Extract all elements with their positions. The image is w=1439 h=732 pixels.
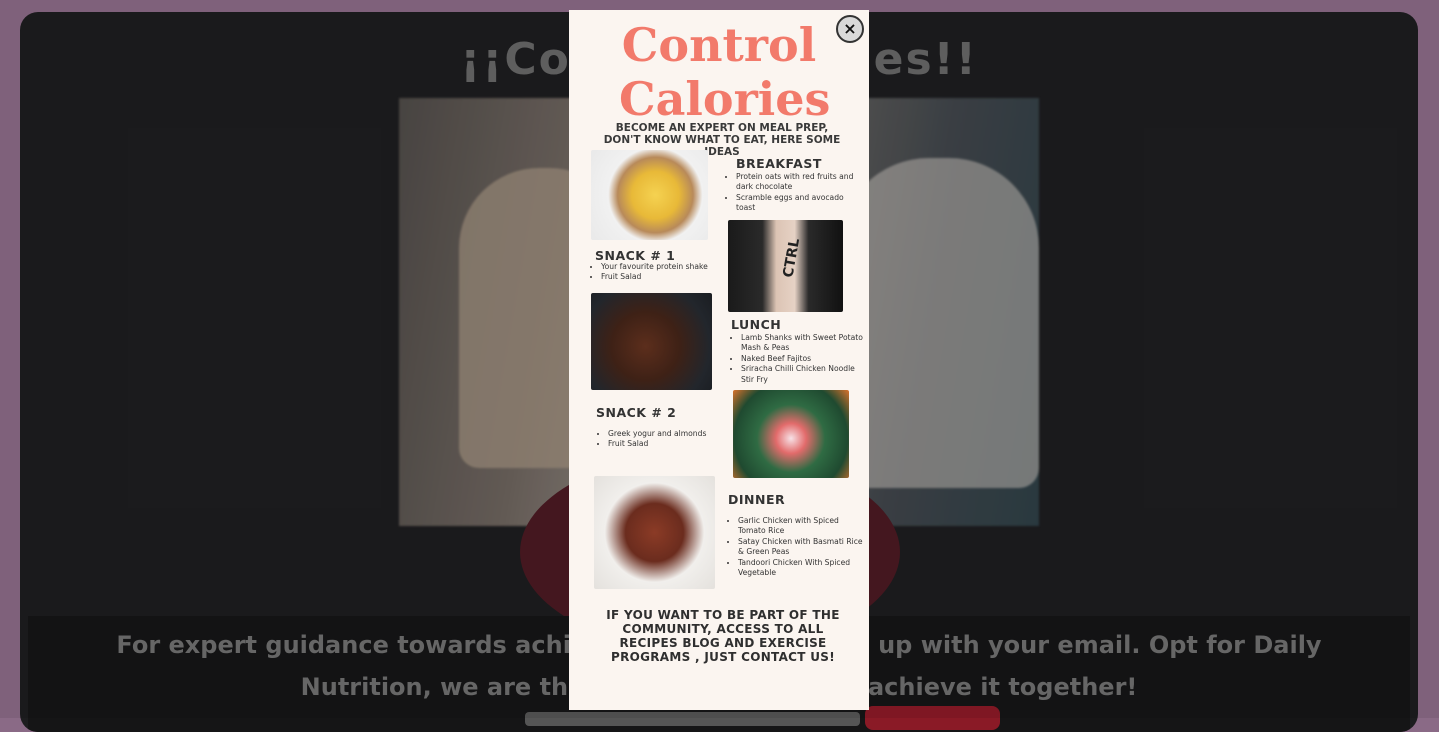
fruit-salad-photo bbox=[733, 390, 849, 478]
snack1-heading: SNACK # 1 bbox=[595, 248, 676, 263]
breakfast-list: Protein oats with red fruits and dark ch… bbox=[724, 172, 861, 214]
breakfast-heading: BREAKFAST bbox=[736, 156, 822, 171]
list-item: Lamb Shanks with Sweet Potato Mash & Pea… bbox=[741, 333, 866, 354]
list-item: Your favourite protein shake bbox=[601, 262, 726, 272]
protein-shake-photo: CTRL bbox=[728, 220, 843, 312]
list-item: Tandoori Chicken With Spiced Vegetable bbox=[738, 558, 868, 579]
dinner-heading: DINNER bbox=[728, 492, 786, 507]
list-item: Fruit Salad bbox=[601, 272, 726, 282]
poster-footer: If you want to be part of the community,… bbox=[606, 608, 840, 664]
snack2-list: Greek yogur and almonds Fruit Salad bbox=[596, 429, 733, 450]
list-item: Protein oats with red fruits and dark ch… bbox=[736, 172, 861, 193]
lunch-list: Lamb Shanks with Sweet Potato Mash & Pea… bbox=[729, 333, 866, 385]
list-item: Satay Chicken with Basmati Rice & Green … bbox=[738, 537, 868, 558]
list-item: Greek yogur and almonds bbox=[608, 429, 733, 439]
shake-logo: CTRL bbox=[780, 237, 804, 279]
dinner-list: Garlic Chicken with Spiced Tomato Rice S… bbox=[726, 516, 868, 578]
poster-title: Control Calories bbox=[569, 18, 869, 126]
poster-title-text: Control Calories bbox=[619, 18, 831, 126]
list-item: Naked Beef Fajitos bbox=[741, 354, 866, 364]
list-item: Scramble eggs and avocado toast bbox=[736, 193, 861, 214]
list-item: Garlic Chicken with Spiced Tomato Rice bbox=[738, 516, 868, 537]
steak-photo bbox=[591, 293, 712, 390]
list-item: Fruit Salad bbox=[608, 439, 733, 449]
lunch-heading: LUNCH bbox=[731, 317, 782, 332]
recipe-poster-modal: Control Calories Become an expert on mea… bbox=[569, 10, 869, 710]
close-icon: × bbox=[843, 19, 857, 38]
snack2-heading: SNACK # 2 bbox=[596, 405, 677, 420]
list-item: Sriracha Chilli Chicken Noodle Stir Fry bbox=[741, 364, 866, 385]
close-button[interactable]: × bbox=[836, 15, 864, 43]
eggs-toast-photo bbox=[591, 150, 708, 240]
dinner-photo bbox=[594, 476, 715, 589]
snack1-list: Your favourite protein shake Fruit Salad bbox=[589, 262, 726, 283]
